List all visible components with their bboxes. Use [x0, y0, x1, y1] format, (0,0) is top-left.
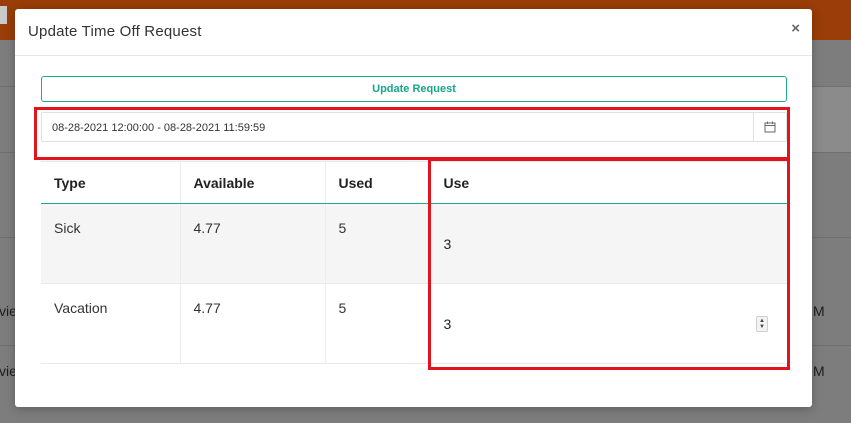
table-row: Sick 4.77 5 3 [41, 203, 787, 284]
use-value[interactable]: 3 [444, 316, 452, 332]
date-range-value[interactable]: 08-28-2021 12:00:00 - 08-28-2021 11:59:5… [52, 122, 265, 134]
calendar-icon [764, 121, 776, 133]
cell-type: Vacation [41, 283, 180, 364]
modal-header: Update Time Off Request × [15, 9, 812, 56]
use-input-sick[interactable]: 3 [444, 236, 775, 252]
column-header-available: Available [179, 161, 325, 204]
number-spinner-icon[interactable]: ▲ ▼ [756, 315, 768, 332]
chevron-down-icon[interactable]: ▼ [759, 324, 765, 330]
table-header-row: Type Available Used Use [41, 161, 787, 204]
use-value[interactable]: 3 [444, 236, 452, 252]
cell-use: 3 ▲ ▼ [429, 283, 787, 364]
use-input-vacation[interactable]: 3 ▲ ▼ [444, 315, 775, 332]
app-tab-fragment [0, 6, 7, 24]
time-off-table: Type Available Used Use Sick 4.77 5 3 Va… [41, 161, 787, 364]
date-range-field[interactable]: 08-28-2021 12:00:00 - 08-28-2021 11:59:5… [41, 112, 787, 142]
background-row-text: M [813, 303, 825, 319]
cell-available: 4.77 [179, 283, 325, 364]
calendar-button[interactable] [753, 113, 786, 141]
update-request-button[interactable]: Update Request [41, 76, 787, 102]
column-header-used: Used [324, 161, 430, 204]
column-header-use: Use [429, 161, 787, 204]
app-panel-fragment [812, 86, 851, 152]
cell-used: 5 [324, 203, 430, 284]
background-row-text: M [813, 363, 825, 379]
cell-use: 3 [429, 203, 787, 284]
close-icon[interactable]: × [791, 20, 800, 37]
cell-used: 5 [324, 283, 430, 364]
cell-available: 4.77 [179, 203, 325, 284]
table-row: Vacation 4.77 5 3 ▲ ▼ [41, 283, 787, 364]
update-time-off-modal: Update Time Off Request × Update Request… [15, 9, 812, 407]
cell-type: Sick [41, 203, 180, 284]
column-header-type: Type [41, 161, 180, 204]
modal-title: Update Time Off Request [28, 23, 202, 40]
